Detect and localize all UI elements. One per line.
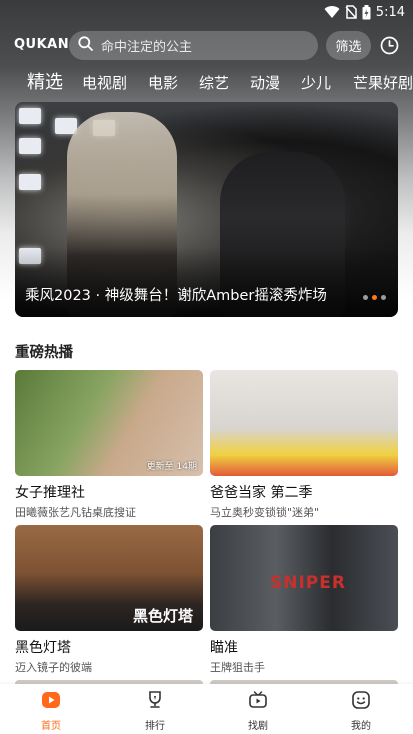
top-bar: QUKAN 命中注定的公主 筛选 (0, 30, 413, 60)
nav-label: 排行 (145, 721, 165, 732)
tab-variety[interactable]: 综艺 (199, 68, 229, 98)
tab-movies[interactable]: 电影 (148, 68, 178, 98)
status-time: 5:14 (375, 4, 405, 20)
tv-icon (248, 690, 268, 714)
tab-mango-drama[interactable]: 芒果好剧 (353, 68, 413, 98)
banner-title: 乘风2023 · 神级舞台！谢欣Amber摇滚秀炸场 (25, 288, 327, 304)
episode-badge: 更新至 14期 (146, 462, 197, 472)
nav-ranking[interactable]: 排行 (125, 690, 185, 732)
hero-banner[interactable]: 乘风2023 · 神级舞台！谢欣Amber摇滚秀炸场 (15, 102, 398, 317)
tab-tv-series[interactable]: 电视剧 (82, 68, 127, 98)
video-title: 爸爸当家 第二季 (210, 485, 313, 501)
tab-kids[interactable]: 少儿 (301, 68, 331, 98)
video-card[interactable]: 爸爸当家 第二季 马立奥秒变锁锁"迷弟" (210, 370, 398, 520)
battery-icon (362, 4, 371, 20)
video-thumbnail: SNIPER (210, 525, 398, 631)
nav-label: 首页 (41, 721, 61, 732)
stage-light (19, 138, 41, 154)
video-title: 瞄准 (210, 640, 238, 656)
nav-home[interactable]: 首页 (21, 690, 81, 732)
wifi-icon (324, 5, 340, 19)
trophy-icon (145, 690, 165, 714)
home-play-icon (41, 690, 61, 714)
search-icon (78, 36, 93, 55)
thumbnail-title-art: SNIPER (270, 573, 346, 593)
category-tabs: 精选 电视剧 电影 综艺 动漫 少儿 芒果好剧 (0, 68, 413, 98)
pagination-dot-active (372, 295, 377, 300)
banner-shade (15, 247, 398, 317)
bottom-navigation: 首页 排行 找剧 我的 (0, 684, 413, 734)
app-logo: QUKAN (14, 37, 70, 52)
video-description: 田曦薇张艺凡钻桌底搜证 (15, 506, 136, 519)
tab-anime[interactable]: 动漫 (250, 68, 280, 98)
video-title: 女子推理社 (15, 485, 85, 501)
search-input[interactable]: 命中注定的公主 (69, 31, 318, 60)
banner-pagination (363, 295, 386, 300)
search-placeholder: 命中注定的公主 (101, 40, 193, 55)
status-bar: 5:14 (0, 0, 413, 24)
nav-find-show[interactable]: 找剧 (228, 690, 288, 732)
smiley-face-icon (351, 690, 371, 714)
nav-label: 我的 (351, 721, 371, 732)
video-title: 黑色灯塔 (15, 640, 71, 656)
video-description: 迈入镜子的彼端 (15, 661, 92, 674)
video-card[interactable]: 黑色灯塔 黑色灯塔 迈入镜子的彼端 (15, 525, 203, 675)
nav-label: 找剧 (248, 721, 268, 732)
video-thumbnail: 黑色灯塔 (15, 525, 203, 631)
video-description: 马立奥秒变锁锁"迷弟" (210, 506, 320, 519)
nav-profile[interactable]: 我的 (331, 690, 391, 732)
pagination-dot (363, 295, 368, 300)
video-thumbnail (210, 370, 398, 476)
video-thumbnail: 更新至 14期 (15, 370, 203, 476)
no-sim-icon (345, 5, 357, 19)
tab-featured[interactable]: 精选 (27, 68, 63, 98)
section-title: 重磅热播 (15, 345, 73, 361)
video-card[interactable]: 更新至 14期 女子推理社 田曦薇张艺凡钻桌底搜证 (15, 370, 203, 520)
filter-button[interactable]: 筛选 (326, 31, 371, 60)
history-clock-icon[interactable] (380, 36, 399, 59)
video-card[interactable]: SNIPER 瞄准 王牌狙击手 (210, 525, 398, 675)
thumbnail-title-art: 黑色灯塔 (133, 607, 194, 625)
pagination-dot (381, 295, 386, 300)
stage-light (19, 108, 41, 124)
video-description: 王牌狙击手 (210, 661, 265, 674)
stage-light (19, 174, 41, 190)
